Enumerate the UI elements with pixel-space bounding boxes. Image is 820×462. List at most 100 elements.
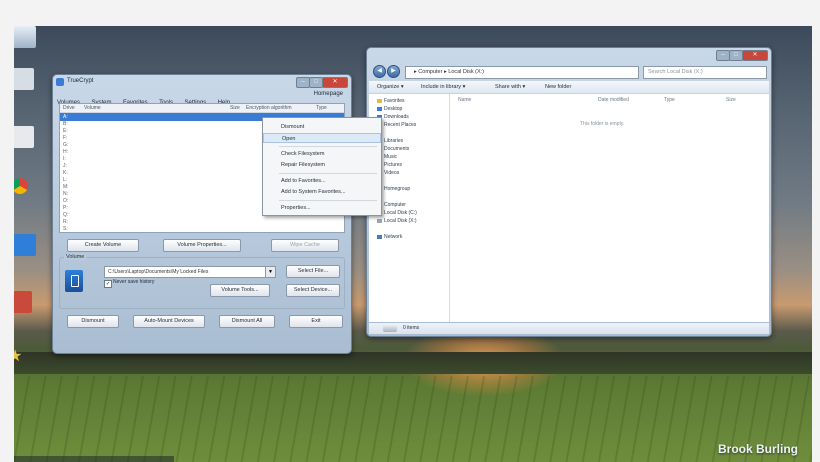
close-button[interactable]: ✕ [322, 77, 348, 88]
explorer-minimize-button[interactable]: – [716, 50, 730, 61]
address-text: ▸ Computer ▸ Local Disk (X:) [414, 69, 485, 75]
nav-item-label: Downloads [384, 114, 409, 120]
truecrypt-logo-icon [65, 270, 83, 292]
minimize-button[interactable]: – [296, 77, 310, 88]
context-menu-item-label: Open [282, 136, 296, 142]
truecrypt-menubar: Volumes System Favorites Tools Settings … [57, 91, 347, 106]
organize-menu[interactable]: Organize ▾ [377, 84, 404, 90]
homepage-link[interactable]: Homepage [314, 91, 343, 97]
drive-row[interactable]: S: [60, 225, 344, 233]
document-icon[interactable] [14, 126, 34, 148]
col-encryption[interactable]: Encryption algorithm [246, 105, 292, 111]
drive-letter: S: [63, 226, 68, 232]
select-file-button[interactable]: Select File... [286, 265, 340, 278]
col-drive[interactable]: Drive [63, 105, 75, 111]
nav-item[interactable]: Network [377, 234, 402, 240]
tree-line [14, 352, 812, 374]
context-menu-item-label: Repair Filesystem [281, 162, 326, 168]
file-list[interactable]: Name Date modified Type Size This folder… [450, 94, 769, 322]
folder-icon[interactable] [14, 68, 34, 90]
nav-item-label: Recent Places [384, 122, 417, 128]
explorer-titlebar[interactable]: – □ ✕ [367, 48, 771, 62]
never-save-history-label: Never save history [113, 279, 155, 285]
chevron-down-icon[interactable]: ▼ [265, 267, 275, 277]
dismount-button[interactable]: Dismount [67, 315, 119, 328]
nav-item-label: Videos [384, 170, 400, 176]
nav-item-label: Music [384, 154, 398, 160]
drive-icon [383, 325, 397, 332]
folder-icon [377, 106, 382, 111]
menu-separator [279, 173, 377, 174]
exit-button[interactable]: Exit [289, 315, 343, 328]
forward-arrow-icon[interactable]: ▶ [387, 65, 400, 78]
grass-field [14, 376, 812, 462]
explorer-maximize-button[interactable]: □ [729, 50, 743, 61]
nav-item[interactable]: Favorites [377, 98, 405, 104]
search-placeholder: Search Local Disk (X:) [648, 69, 703, 75]
context-menu-item[interactable]: Repair Filesystem [263, 160, 381, 170]
folder-icon [377, 98, 382, 103]
context-menu-item[interactable]: Add to Favorites... [263, 176, 381, 186]
col-volume[interactable]: Volume [84, 105, 101, 111]
screenshot-frame: ★ TrueCrypt – □ ✕ Volumes System Favorit… [0, 0, 820, 462]
share-with-menu[interactable]: Share with ▾ [495, 84, 525, 90]
include-in-library-menu[interactable]: Include in library ▾ [421, 84, 465, 90]
nav-item[interactable]: Local Disk (C:) [377, 210, 417, 216]
volume-path-combo[interactable]: C:\Users\Laptop\Documents\My Locked File… [104, 266, 276, 278]
media-icon[interactable] [14, 291, 32, 313]
nav-item-label: Favorites [384, 98, 405, 104]
col-name[interactable]: Name [458, 97, 471, 103]
col-size[interactable]: Size [726, 97, 736, 103]
truecrypt-titlebar[interactable]: TrueCrypt – □ ✕ [53, 75, 351, 89]
explorer-window[interactable]: – □ ✕ ◀ ▶ ▸ Computer ▸ Local Disk (X:) S… [366, 47, 772, 337]
never-save-history-checkbox[interactable]: ✓ [104, 280, 112, 288]
nav-item-label: Computer [384, 202, 406, 208]
col-type[interactable]: Type [664, 97, 675, 103]
volume-properties-button[interactable]: Volume Properties... [163, 239, 241, 252]
truecrypt-title: TrueCrypt [67, 78, 94, 84]
context-menu-item-label: Check Filesystem [281, 151, 325, 157]
nav-item-label: Homegroup [384, 186, 411, 192]
dismount-all-button[interactable]: Dismount All [219, 315, 275, 328]
volume-tools-button[interactable]: Volume Tools... [210, 284, 270, 297]
nav-item-label: Local Disk (C:) [384, 210, 417, 216]
recycle-bin-icon[interactable] [14, 26, 36, 48]
col-type[interactable]: Type [316, 105, 327, 111]
star-icon[interactable]: ★ [14, 346, 32, 368]
context-menu-item[interactable]: Add to System Favorites... [263, 187, 381, 197]
app-shortcut-icon[interactable] [14, 234, 36, 256]
nav-item-label: Libraries [384, 138, 404, 144]
back-arrow-icon[interactable]: ◀ [373, 65, 386, 78]
context-menu-item-label: Dismount [281, 124, 305, 130]
search-input[interactable]: Search Local Disk (X:) [643, 66, 767, 79]
volume-group-label: Volume [64, 254, 87, 260]
nav-item[interactable]: Desktop [377, 106, 402, 112]
chrome-icon[interactable] [14, 178, 28, 194]
nav-item[interactable]: Local Disk (X:) [377, 218, 417, 224]
item-count: 0 items [403, 325, 420, 331]
context-menu-item[interactable]: Dismount [263, 122, 381, 132]
col-date-modified[interactable]: Date modified [598, 97, 629, 103]
folder-icon [377, 218, 382, 223]
auto-mount-button[interactable]: Auto-Mount Devices [133, 315, 205, 328]
drive-list-header: Drive Volume Size Encryption algorithm T… [60, 104, 344, 113]
nav-item-label: Local Disk (X:) [384, 218, 417, 224]
wipe-cache-button[interactable]: Wipe Cache [271, 239, 339, 252]
nav-item[interactable]: Recent Places [377, 122, 416, 128]
context-menu-item[interactable]: Properties... [263, 203, 381, 213]
menu-separator [279, 200, 377, 201]
truecrypt-app-icon [56, 78, 64, 86]
context-menu-item[interactable]: Open [263, 133, 381, 143]
volume-group: Volume C:\Users\Laptop\Documents\My Lock… [59, 254, 345, 309]
col-size[interactable]: Size [230, 105, 240, 111]
create-volume-button[interactable]: Create Volume [67, 239, 139, 252]
maximize-button[interactable]: □ [309, 77, 323, 88]
address-bar[interactable]: ▸ Computer ▸ Local Disk (X:) [405, 66, 639, 79]
explorer-close-button[interactable]: ✕ [742, 50, 768, 61]
context-menu-item-label: Add to Favorites... [281, 178, 326, 184]
context-menu-item[interactable]: Check Filesystem [263, 149, 381, 159]
taskbar-fragment [14, 456, 174, 462]
select-device-button[interactable]: Select Device... [286, 284, 340, 297]
new-folder-button[interactable]: New folder [545, 84, 571, 90]
empty-folder-message: This folder is empty. [580, 121, 625, 127]
